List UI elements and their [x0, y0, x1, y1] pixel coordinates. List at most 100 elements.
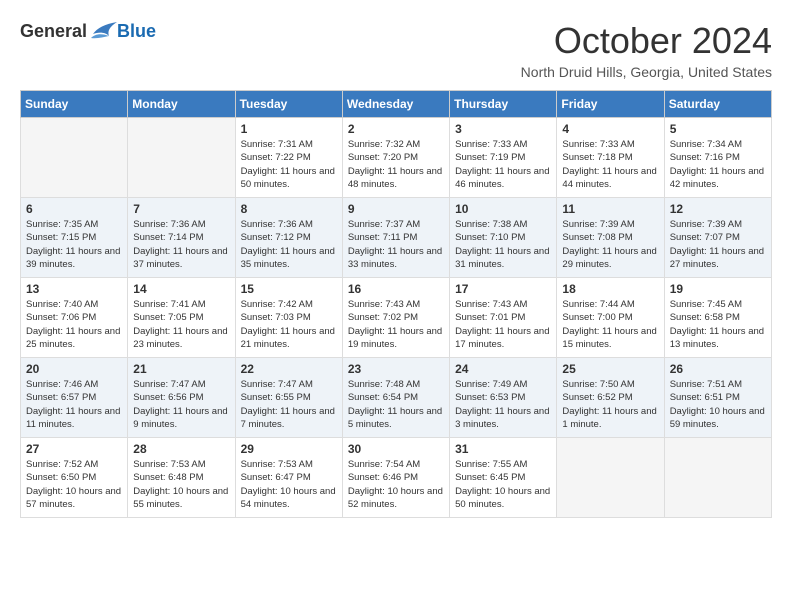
calendar-day-cell: 14 Sunrise: 7:41 AM Sunset: 7:05 PM Dayli… — [128, 278, 235, 358]
calendar-day-cell: 29 Sunrise: 7:53 AM Sunset: 6:47 PM Dayli… — [235, 438, 342, 518]
calendar-day-cell: 26 Sunrise: 7:51 AM Sunset: 6:51 PM Dayli… — [664, 358, 771, 438]
calendar-table: SundayMondayTuesdayWednesdayThursdayFrid… — [20, 90, 772, 518]
day-number: 10 — [455, 202, 551, 216]
calendar-day-header: Saturday — [664, 91, 771, 118]
calendar-week-row: 20 Sunrise: 7:46 AM Sunset: 6:57 PM Dayli… — [21, 358, 772, 438]
day-info: Sunrise: 7:34 AM Sunset: 7:16 PM Dayligh… — [670, 138, 766, 191]
calendar-day-cell: 23Sunrise: 7:48 AM Sunset: 6:54 PM Dayli… — [342, 358, 449, 438]
calendar-week-row: 27 Sunrise: 7:52 AM Sunset: 6:50 PM Dayli… — [21, 438, 772, 518]
calendar-day-cell: 17 Sunrise: 7:43 AM Sunset: 7:01 PM Dayli… — [450, 278, 557, 358]
day-info: Sunrise: 7:44 AM Sunset: 7:00 PM Dayligh… — [562, 298, 658, 351]
calendar-day-cell — [21, 118, 128, 198]
calendar-day-cell: 31 Sunrise: 7:55 AM Sunset: 6:45 PM Dayli… — [450, 438, 557, 518]
day-info: Sunrise: 7:36 AM Sunset: 7:12 PM Dayligh… — [241, 218, 337, 271]
day-number: 11 — [562, 202, 658, 216]
day-number: 18 — [562, 282, 658, 296]
calendar-day-cell: 15 Sunrise: 7:42 AM Sunset: 7:03 PM Dayli… — [235, 278, 342, 358]
day-number: 22 — [241, 362, 337, 376]
day-number: 15 — [241, 282, 337, 296]
day-info: Sunrise: 7:51 AM Sunset: 6:51 PM Dayligh… — [670, 378, 766, 431]
day-number: 2 — [348, 122, 444, 136]
day-number: 17 — [455, 282, 551, 296]
day-info: Sunrise: 7:49 AM Sunset: 6:53 PM Dayligh… — [455, 378, 551, 431]
calendar-day-cell: 22 Sunrise: 7:47 AM Sunset: 6:55 PM Dayli… — [235, 358, 342, 438]
calendar-day-cell — [128, 118, 235, 198]
day-info: Sunrise: 7:33 AM Sunset: 7:18 PM Dayligh… — [562, 138, 658, 191]
calendar-day-cell: 16 Sunrise: 7:43 AM Sunset: 7:02 PM Dayli… — [342, 278, 449, 358]
month-title: October 2024 — [521, 20, 772, 62]
calendar-day-cell — [557, 438, 664, 518]
day-info: Sunrise: 7:39 AM Sunset: 7:07 PM Dayligh… — [670, 218, 766, 271]
day-info: Sunrise: 7:50 AM Sunset: 6:52 PM Dayligh… — [562, 378, 658, 431]
day-number: 16 — [348, 282, 444, 296]
calendar-day-header: Monday — [128, 91, 235, 118]
calendar-week-row: 13Sunrise: 7:40 AM Sunset: 7:06 PM Dayli… — [21, 278, 772, 358]
calendar-day-cell: 7 Sunrise: 7:36 AM Sunset: 7:14 PM Daylig… — [128, 198, 235, 278]
day-info: Sunrise: 7:38 AM Sunset: 7:10 PM Dayligh… — [455, 218, 551, 271]
day-number: 5 — [670, 122, 766, 136]
calendar-day-cell: 13Sunrise: 7:40 AM Sunset: 7:06 PM Dayli… — [21, 278, 128, 358]
day-info: Sunrise: 7:53 AM Sunset: 6:47 PM Dayligh… — [241, 458, 337, 511]
calendar-day-cell: 10 Sunrise: 7:38 AM Sunset: 7:10 PM Dayli… — [450, 198, 557, 278]
calendar-day-cell: 24 Sunrise: 7:49 AM Sunset: 6:53 PM Dayli… — [450, 358, 557, 438]
day-number: 13 — [26, 282, 122, 296]
day-info: Sunrise: 7:53 AM Sunset: 6:48 PM Dayligh… — [133, 458, 229, 511]
day-info: Sunrise: 7:52 AM Sunset: 6:50 PM Dayligh… — [26, 458, 122, 511]
day-info: Sunrise: 7:32 AM Sunset: 7:20 PM Dayligh… — [348, 138, 444, 191]
day-number: 29 — [241, 442, 337, 456]
calendar-day-cell: 6 Sunrise: 7:35 AM Sunset: 7:15 PM Daylig… — [21, 198, 128, 278]
day-number: 12 — [670, 202, 766, 216]
day-number: 14 — [133, 282, 229, 296]
calendar-week-row: 1Sunrise: 7:31 AM Sunset: 7:22 PM Daylig… — [21, 118, 772, 198]
day-number: 27 — [26, 442, 122, 456]
page-header: General Blue October 2024 North Druid Hi… — [20, 20, 772, 80]
calendar-day-cell: 5 Sunrise: 7:34 AM Sunset: 7:16 PM Daylig… — [664, 118, 771, 198]
day-number: 3 — [455, 122, 551, 136]
day-info: Sunrise: 7:36 AM Sunset: 7:14 PM Dayligh… — [133, 218, 229, 271]
calendar-header-row: SundayMondayTuesdayWednesdayThursdayFrid… — [21, 91, 772, 118]
calendar-day-cell: 18 Sunrise: 7:44 AM Sunset: 7:00 PM Dayli… — [557, 278, 664, 358]
day-info: Sunrise: 7:45 AM Sunset: 6:58 PM Dayligh… — [670, 298, 766, 351]
calendar-day-cell: 12 Sunrise: 7:39 AM Sunset: 7:07 PM Dayli… — [664, 198, 771, 278]
day-info: Sunrise: 7:37 AM Sunset: 7:11 PM Dayligh… — [348, 218, 444, 271]
day-number: 24 — [455, 362, 551, 376]
day-info: Sunrise: 7:46 AM Sunset: 6:57 PM Dayligh… — [26, 378, 122, 431]
day-number: 23 — [348, 362, 444, 376]
day-number: 9 — [348, 202, 444, 216]
day-number: 31 — [455, 442, 551, 456]
day-info: Sunrise: 7:55 AM Sunset: 6:45 PM Dayligh… — [455, 458, 551, 511]
day-info: Sunrise: 7:54 AM Sunset: 6:46 PM Dayligh… — [348, 458, 444, 511]
calendar-day-cell: 9 Sunrise: 7:37 AM Sunset: 7:11 PM Daylig… — [342, 198, 449, 278]
day-info: Sunrise: 7:41 AM Sunset: 7:05 PM Dayligh… — [133, 298, 229, 351]
day-number: 28 — [133, 442, 229, 456]
day-number: 19 — [670, 282, 766, 296]
calendar-day-header: Tuesday — [235, 91, 342, 118]
day-info: Sunrise: 7:33 AM Sunset: 7:19 PM Dayligh… — [455, 138, 551, 191]
logo-blue-text: Blue — [117, 21, 156, 42]
day-number: 8 — [241, 202, 337, 216]
day-info: Sunrise: 7:43 AM Sunset: 7:01 PM Dayligh… — [455, 298, 551, 351]
calendar-day-cell: 19 Sunrise: 7:45 AM Sunset: 6:58 PM Dayli… — [664, 278, 771, 358]
day-info: Sunrise: 7:42 AM Sunset: 7:03 PM Dayligh… — [241, 298, 337, 351]
calendar-day-cell — [664, 438, 771, 518]
day-info: Sunrise: 7:43 AM Sunset: 7:02 PM Dayligh… — [348, 298, 444, 351]
calendar-day-cell: 2 Sunrise: 7:32 AM Sunset: 7:20 PM Daylig… — [342, 118, 449, 198]
day-info: Sunrise: 7:31 AM Sunset: 7:22 PM Dayligh… — [241, 138, 337, 191]
calendar-week-row: 6 Sunrise: 7:35 AM Sunset: 7:15 PM Daylig… — [21, 198, 772, 278]
calendar-day-cell: 25 Sunrise: 7:50 AM Sunset: 6:52 PM Dayli… — [557, 358, 664, 438]
calendar-day-cell: 3 Sunrise: 7:33 AM Sunset: 7:19 PM Daylig… — [450, 118, 557, 198]
day-number: 4 — [562, 122, 658, 136]
calendar-day-header: Thursday — [450, 91, 557, 118]
day-number: 6 — [26, 202, 122, 216]
calendar-day-cell: 11Sunrise: 7:39 AM Sunset: 7:08 PM Dayli… — [557, 198, 664, 278]
calendar-day-cell: 28 Sunrise: 7:53 AM Sunset: 6:48 PM Dayli… — [128, 438, 235, 518]
day-info: Sunrise: 7:35 AM Sunset: 7:15 PM Dayligh… — [26, 218, 122, 271]
logo: General Blue — [20, 20, 156, 42]
day-number: 7 — [133, 202, 229, 216]
day-number: 25 — [562, 362, 658, 376]
calendar-day-cell: 21Sunrise: 7:47 AM Sunset: 6:56 PM Dayli… — [128, 358, 235, 438]
day-number: 26 — [670, 362, 766, 376]
day-info: Sunrise: 7:47 AM Sunset: 6:55 PM Dayligh… — [241, 378, 337, 431]
day-number: 20 — [26, 362, 122, 376]
calendar-day-header: Sunday — [21, 91, 128, 118]
